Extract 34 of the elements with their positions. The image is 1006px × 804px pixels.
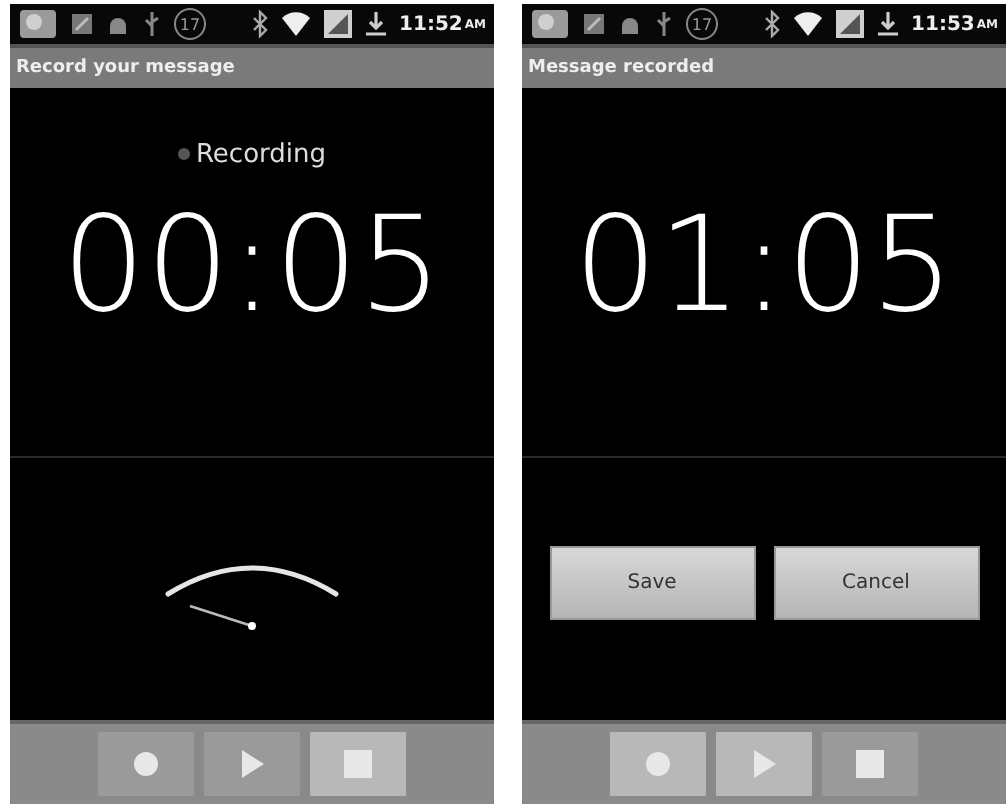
status-time: 11:52: [399, 13, 463, 35]
action-button[interactable]: Save: [549, 546, 755, 620]
download-icon: [875, 10, 900, 38]
record-icon: [130, 748, 162, 780]
download-icon: [363, 10, 388, 38]
stop-icon: [342, 748, 374, 780]
bluetooth-icon: [251, 10, 268, 38]
wifi-icon: [279, 11, 312, 37]
status-time: 11:53: [911, 13, 975, 35]
usb-icon: [142, 10, 162, 38]
notification-count: 17: [686, 8, 718, 40]
record-button[interactable]: [610, 732, 706, 796]
square-icon: [582, 12, 606, 36]
stop-icon: [854, 748, 886, 780]
usb-icon: [654, 10, 674, 38]
wifi-icon: [791, 11, 824, 37]
screen-title: Record your message: [16, 58, 235, 78]
timer-display: 00:05: [61, 200, 443, 332]
signal-icon: [835, 10, 864, 38]
screen-title: Message recorded: [528, 58, 715, 78]
action-button[interactable]: Cancel: [773, 546, 979, 620]
square-icon: [70, 12, 94, 36]
timer-display: 01:05: [573, 200, 955, 332]
bluetooth-icon: [763, 10, 780, 38]
notification-count: 17: [174, 8, 206, 40]
picture-icon: [18, 8, 58, 40]
play-icon: [748, 748, 780, 780]
signal-icon: [323, 10, 352, 38]
recording-label: Recording: [195, 139, 327, 169]
play-icon: [236, 748, 268, 780]
play-button[interactable]: [716, 732, 812, 796]
stop-button[interactable]: [310, 732, 406, 796]
picture-icon: [530, 8, 570, 40]
record-icon: [642, 748, 674, 780]
